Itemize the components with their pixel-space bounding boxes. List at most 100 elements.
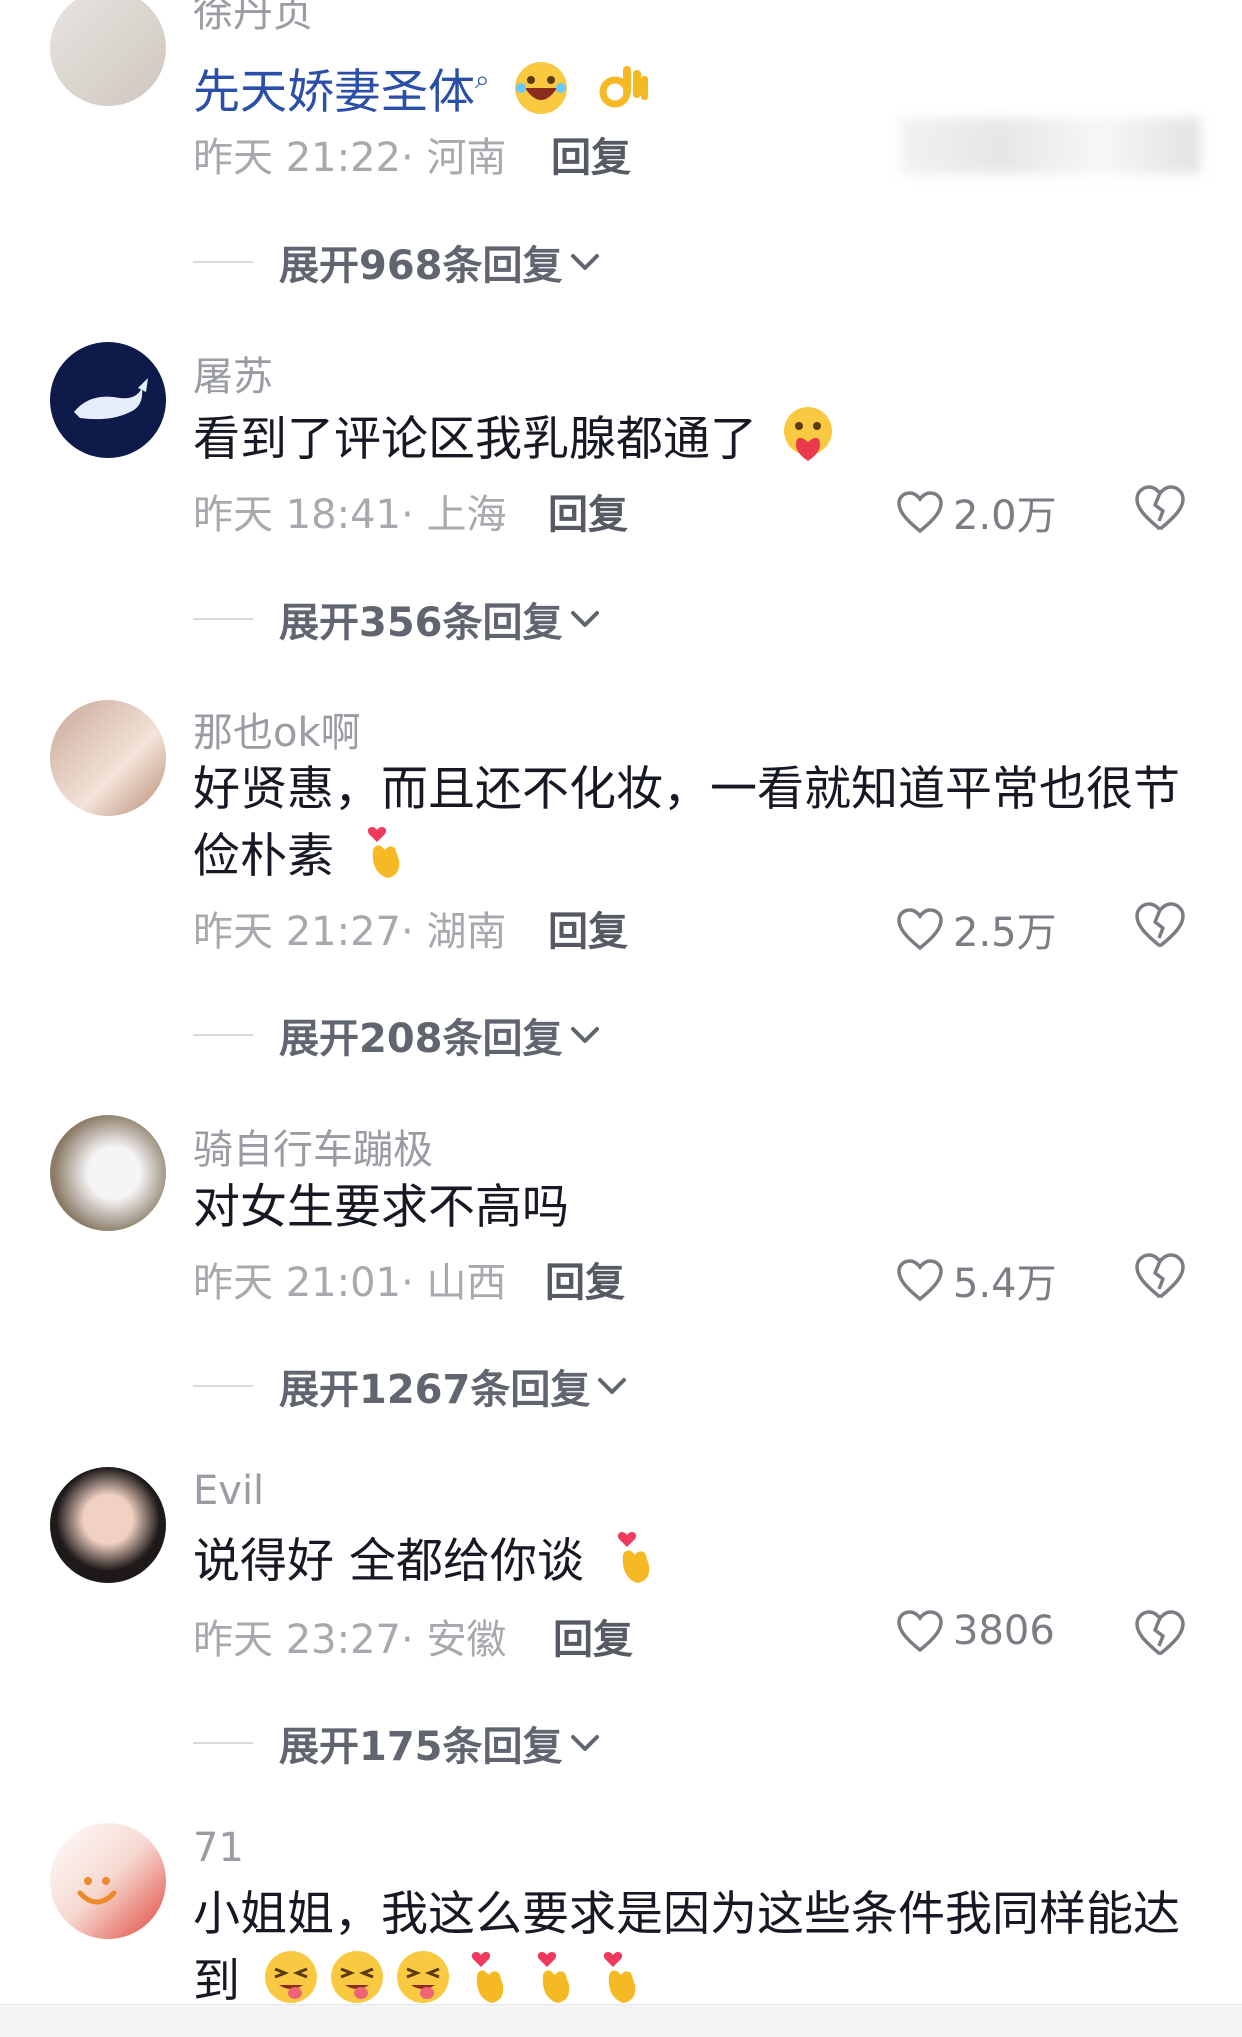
finger-heart-emoji bbox=[617, 1532, 650, 1583]
reply-button[interactable]: 回复 bbox=[553, 1607, 633, 1665]
comment-text-content: 看到了评论区我乳腺都通了 bbox=[193, 412, 757, 467]
comment-meta: 昨天 18:41· 上海 bbox=[193, 482, 506, 540]
avatar[interactable] bbox=[50, 342, 166, 458]
meta-separator: · bbox=[401, 1260, 427, 1306]
avatar[interactable] bbox=[50, 0, 166, 106]
comment-text: 先天娇妻圣体⌕ bbox=[193, 48, 1173, 125]
finger-heart-emoji bbox=[367, 827, 400, 878]
search-icon[interactable]: ⌕ bbox=[475, 65, 490, 95]
blurred-region bbox=[900, 118, 1200, 174]
expand-replies-label: 展开175条回复 bbox=[279, 1724, 563, 1770]
broken-heart-icon[interactable] bbox=[1133, 483, 1187, 533]
comment-time: 昨天 21:27 bbox=[193, 909, 401, 955]
avatar[interactable] bbox=[50, 700, 166, 816]
divider bbox=[193, 1034, 253, 1036]
expand-replies-label: 展开356条回复 bbox=[279, 600, 563, 646]
comment-text-content: 说得好 全都给你谈 bbox=[193, 1534, 584, 1589]
broken-heart-icon[interactable] bbox=[1133, 1251, 1187, 1301]
smiley-icon bbox=[77, 1877, 117, 1905]
comment-username[interactable]: Evil bbox=[193, 1468, 264, 1514]
comment-text: 小姐姐，我这么要求是因为这些条件我同样能达到 bbox=[193, 1883, 1183, 2014]
like-button[interactable]: 2.5万 bbox=[895, 900, 1057, 958]
expand-replies-button[interactable]: 展开1267条回复 bbox=[193, 1357, 630, 1415]
comment-text-content: 先天娇妻圣体 bbox=[193, 65, 475, 120]
comment-username[interactable]: 徐丹贞 bbox=[193, 0, 313, 38]
heart-icon bbox=[897, 491, 943, 534]
expand-replies-label: 展开1267条回复 bbox=[279, 1367, 591, 1413]
comment-username[interactable]: 屠苏 bbox=[193, 344, 273, 402]
meta-separator: · bbox=[401, 1617, 427, 1663]
comment-text: 好贤惠，而且还不化妆，一看就知道平常也很节俭朴素 bbox=[193, 758, 1183, 889]
comment-time: 昨天 18:41 bbox=[193, 492, 401, 538]
comment-location: 上海 bbox=[426, 492, 507, 538]
reply-button[interactable]: 回复 bbox=[548, 899, 628, 957]
broken-heart-icon[interactable] bbox=[1133, 1608, 1187, 1658]
divider bbox=[193, 261, 253, 263]
broken-heart-icon[interactable] bbox=[1133, 900, 1187, 950]
comment-location: 安徽 bbox=[426, 1617, 507, 1663]
bottom-bar bbox=[0, 2004, 1242, 2037]
comment-text: 说得好 全都给你谈 bbox=[193, 1527, 1173, 1594]
like-count: 3806 bbox=[953, 1608, 1055, 1654]
divider bbox=[193, 618, 253, 620]
comment-time: 昨天 23:27 bbox=[193, 1617, 401, 1663]
expand-replies-label: 展开968条回复 bbox=[279, 243, 563, 289]
whale-icon bbox=[74, 378, 148, 420]
comment-location: 河南 bbox=[426, 135, 507, 181]
finger-heart-emoji bbox=[471, 1952, 504, 2003]
expand-replies-button[interactable]: 展开356条回复 bbox=[193, 590, 603, 648]
like-count: 2.5万 bbox=[953, 910, 1057, 956]
comment-text: 对女生要求不高吗 bbox=[193, 1176, 1173, 1240]
avatar[interactable] bbox=[50, 1115, 166, 1231]
comment-meta: 昨天 21:27· 湖南 bbox=[193, 899, 506, 957]
like-button[interactable]: 2.0万 bbox=[895, 483, 1057, 541]
reply-button[interactable]: 回复 bbox=[551, 125, 631, 183]
divider bbox=[193, 1742, 253, 1744]
comment-text-content: 好贤惠，而且还不化妆，一看就知道平常也很节俭朴素 bbox=[193, 762, 1180, 884]
reply-button[interactable]: 回复 bbox=[545, 1250, 625, 1308]
finger-heart-emoji bbox=[603, 1952, 636, 2003]
comment-text: 看到了评论区我乳腺都通了 bbox=[193, 405, 1173, 472]
meta-separator: · bbox=[401, 492, 427, 538]
meta-separator: · bbox=[401, 909, 427, 955]
comment-meta: 昨天 21:22· 河南 bbox=[193, 125, 506, 183]
chevron-down-icon bbox=[570, 611, 599, 627]
chevron-down-icon bbox=[570, 254, 599, 270]
chevron-down-icon bbox=[570, 1735, 599, 1751]
comment-username[interactable]: 那也ok啊 bbox=[193, 700, 361, 758]
meta-separator: · bbox=[401, 135, 427, 181]
finger-heart-emoji bbox=[537, 1952, 570, 2003]
ok-hand-emoji bbox=[599, 66, 649, 108]
heart-face-emoji bbox=[783, 407, 832, 461]
avatar[interactable] bbox=[50, 1823, 166, 1939]
comment-text-content: 对女生要求不高吗 bbox=[193, 1180, 569, 1235]
like-button[interactable]: 3806 bbox=[895, 1608, 1055, 1654]
like-count: 5.4万 bbox=[953, 1261, 1057, 1307]
wink-tongue-emoji bbox=[330, 1951, 383, 2003]
expand-replies-label: 展开208条回复 bbox=[279, 1016, 563, 1062]
chevron-down-icon bbox=[598, 1378, 627, 1394]
comment-location: 湖南 bbox=[426, 909, 507, 955]
heart-icon bbox=[897, 908, 943, 951]
divider bbox=[193, 1385, 253, 1387]
like-button[interactable]: 5.4万 bbox=[895, 1251, 1057, 1309]
comment-time: 昨天 21:01 bbox=[193, 1260, 401, 1306]
expand-replies-button[interactable]: 展开968条回复 bbox=[193, 233, 603, 291]
chevron-down-icon bbox=[570, 1027, 599, 1043]
expand-replies-button[interactable]: 展开175条回复 bbox=[193, 1714, 603, 1772]
heart-icon bbox=[897, 1259, 943, 1302]
laugh-emoji bbox=[514, 62, 567, 114]
comment-meta: 昨天 23:27· 安徽 bbox=[193, 1607, 506, 1665]
comment-location: 山西 bbox=[426, 1260, 507, 1306]
avatar[interactable] bbox=[50, 1467, 166, 1583]
wink-tongue-emoji bbox=[264, 1951, 317, 2003]
heart-icon bbox=[897, 1610, 943, 1653]
comment-time: 昨天 21:22 bbox=[193, 135, 401, 181]
comment-username[interactable]: 71 bbox=[193, 1825, 244, 1871]
comment-meta: 昨天 21:01· 山西 bbox=[193, 1250, 506, 1308]
like-count: 2.0万 bbox=[953, 493, 1057, 539]
comment-username[interactable]: 骑自行车蹦极 bbox=[193, 1117, 433, 1175]
reply-button[interactable]: 回复 bbox=[548, 482, 628, 540]
wink-tongue-emoji bbox=[396, 1951, 449, 2003]
expand-replies-button[interactable]: 展开208条回复 bbox=[193, 1006, 603, 1064]
